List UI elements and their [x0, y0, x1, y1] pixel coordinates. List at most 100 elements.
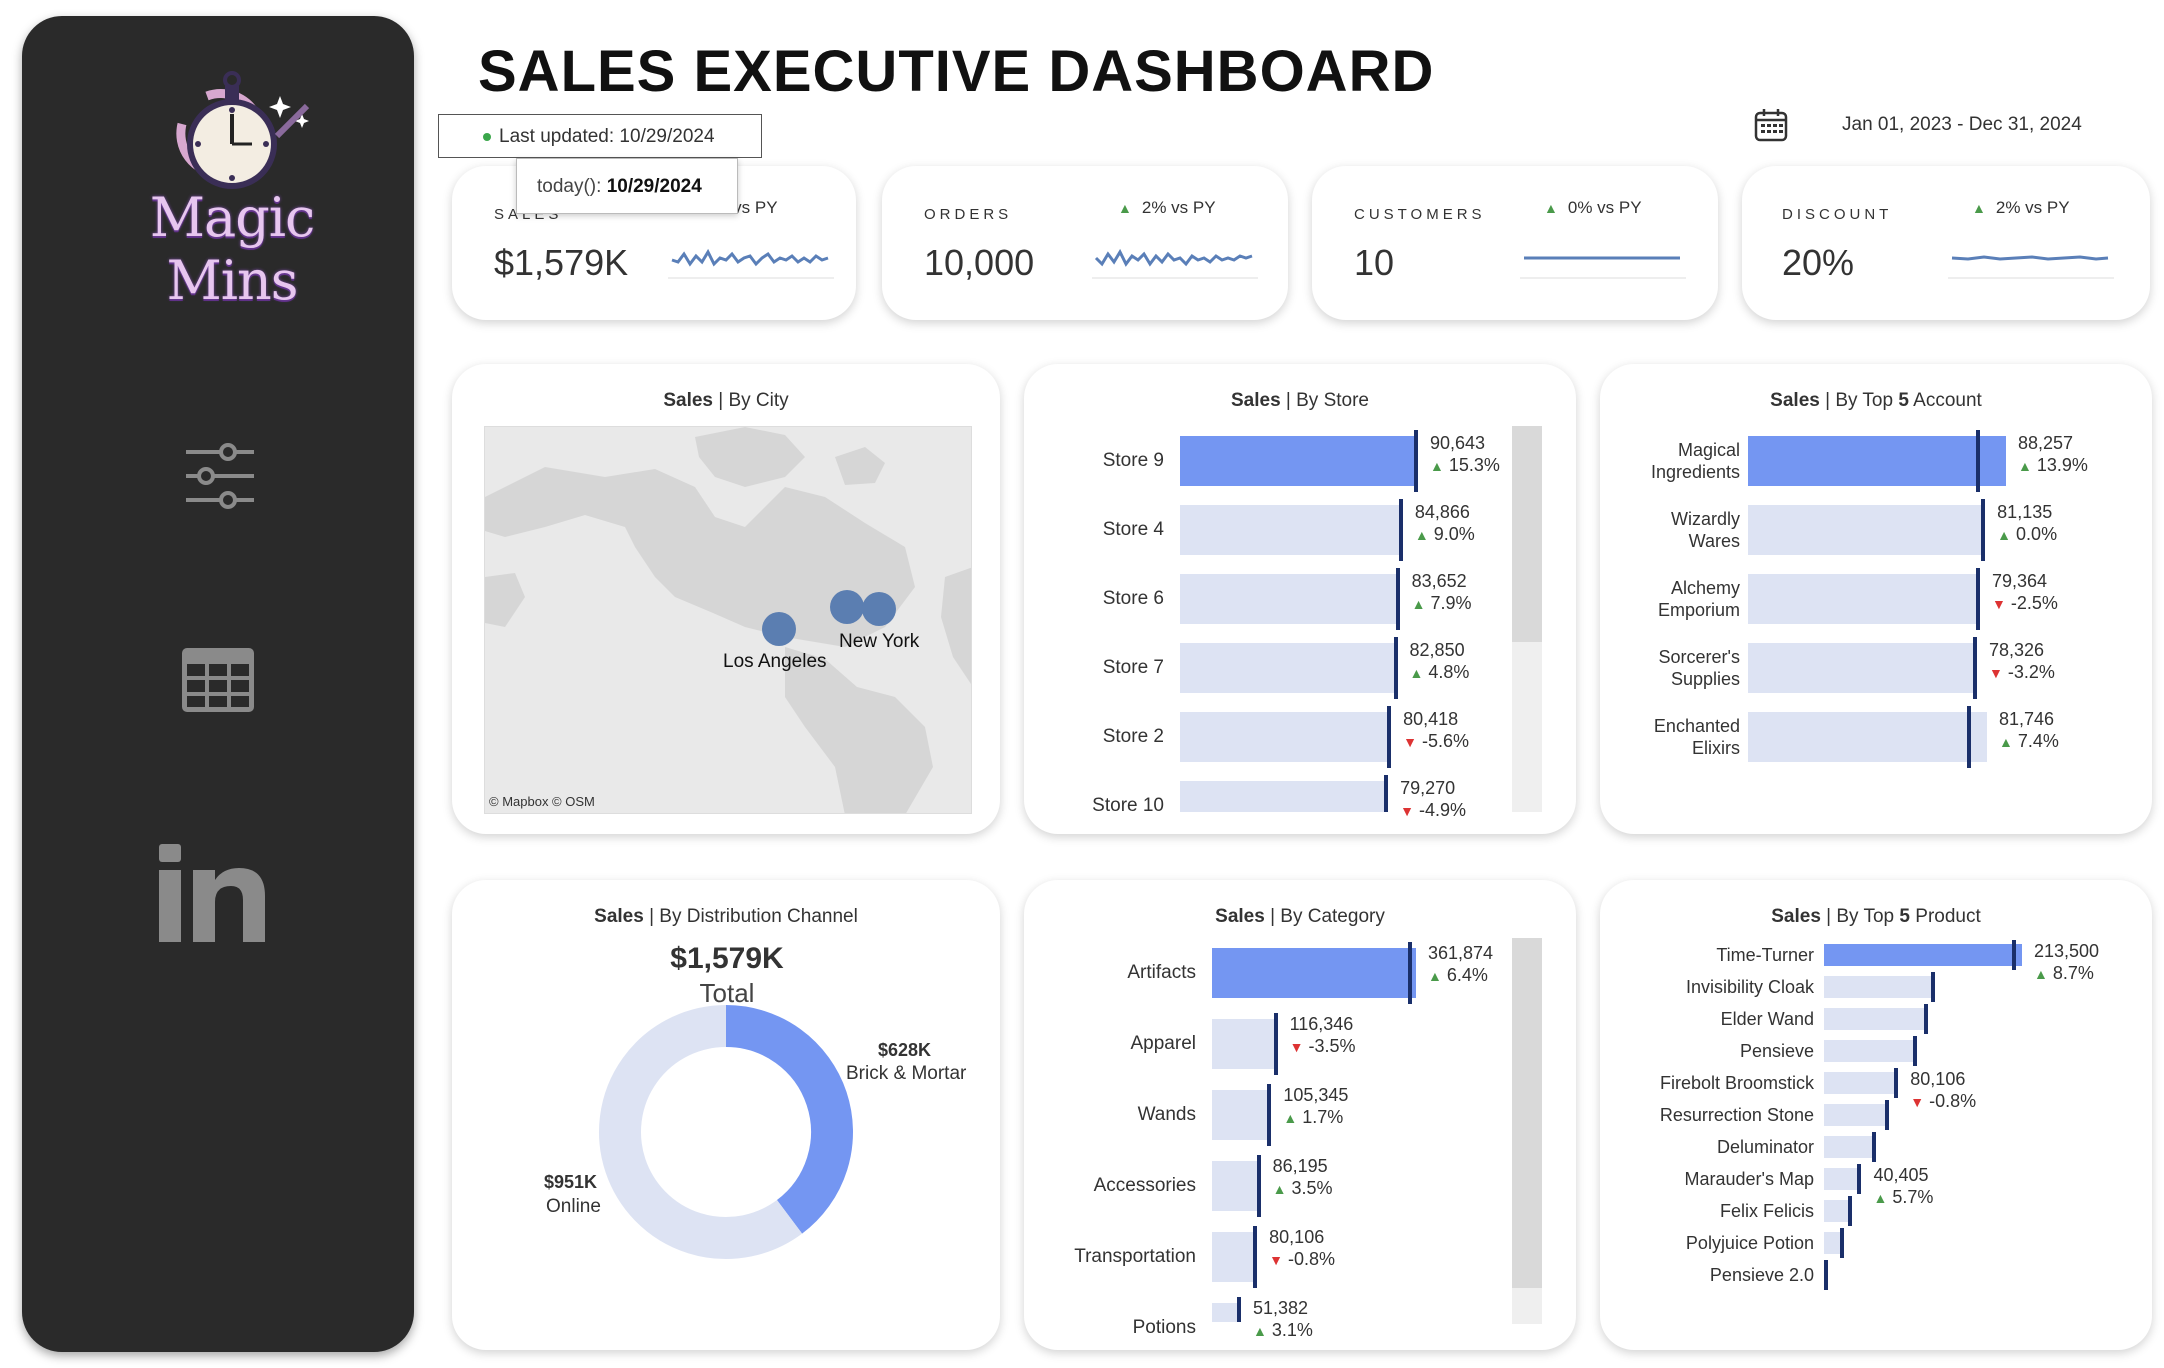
city-label-new-york: New York: [839, 631, 920, 652]
bar-value: 88,257: [2018, 433, 2074, 453]
bar[interactable]: [1748, 712, 1987, 762]
brick-label: Brick & Mortar: [846, 1063, 967, 1084]
bar[interactable]: [1824, 1072, 1899, 1094]
up-arrow-icon: ▲: [1118, 200, 1132, 216]
city-map[interactable]: Los Angeles New York © Mapbox © OSM: [484, 426, 972, 814]
sales-by-category-panel: Sales | By Category Artifacts 361,874 ▲ 6.…: [1024, 880, 1576, 1350]
bar-value: 361,874: [1428, 943, 1494, 963]
bar-delta: 6.4%: [1446, 965, 1488, 985]
bar-delta: -0.8%: [1288, 1249, 1336, 1269]
bar-value-label: 116,346 ▼ -3.5%: [1290, 1013, 1356, 1058]
prior-year-marker: [1393, 637, 1398, 699]
filter-sliders-icon[interactable]: [162, 426, 272, 536]
donut-slice-online[interactable]: [599, 1005, 803, 1259]
bar-value: 90,643: [1430, 433, 1486, 453]
bar[interactable]: [1824, 1008, 1928, 1030]
sales-by-account-panel: Sales | By Top 5 Account Magical Ingredie…: [1600, 364, 2152, 834]
bar-category-label: Wizardly Wares: [1670, 509, 1740, 551]
bar-category-label: Store 10: [1092, 795, 1164, 816]
bar[interactable]: [1824, 976, 1936, 998]
kpi-card-orders[interactable]: ORDERS ▲ 2% vs PY 10,000: [882, 166, 1288, 320]
bar-value: 213,500: [2034, 941, 2100, 961]
bar[interactable]: [1824, 1104, 1889, 1126]
bar-category-label: Felix Felicis: [1719, 1201, 1814, 1221]
prior-year-marker: [1840, 1228, 1845, 1258]
bar[interactable]: [1180, 643, 1398, 693]
bar[interactable]: [1180, 436, 1418, 486]
scrollbar-thumb[interactable]: [1512, 938, 1542, 1288]
bar-value-label: 83,652 ▲ 7.9%: [1412, 570, 1472, 615]
orders-sparkline: [1092, 248, 1258, 279]
prior-year-marker: [1972, 637, 1977, 699]
bar[interactable]: [1212, 948, 1416, 998]
bar[interactable]: [1212, 1161, 1261, 1211]
linkedin-icon[interactable]: [147, 836, 277, 966]
bar[interactable]: [1180, 574, 1400, 624]
bar-category-label: Store 9: [1102, 450, 1164, 471]
prior-year-marker: [1387, 706, 1392, 768]
prior-year-marker: [1857, 1164, 1862, 1194]
bar[interactable]: [1212, 1019, 1278, 1069]
bar-delta: 1.7%: [1302, 1107, 1344, 1127]
bar-value: 79,364: [1992, 571, 2048, 591]
bar-value-label: 213,500 ▲ 8.7%: [2034, 940, 2099, 985]
down-arrow-icon: ▼: [1403, 734, 1417, 750]
online-label: Online: [546, 1196, 601, 1217]
bar[interactable]: [1180, 781, 1389, 812]
kpi-value: 20%: [1782, 242, 1855, 283]
last-updated-box[interactable]: Last updated: 10/29/2024: [438, 114, 762, 158]
down-arrow-icon: ▼: [1992, 596, 2006, 612]
donut-slice-brick-mortar[interactable]: [725, 1005, 853, 1234]
bar-category-label: Sorcerer's Supplies: [1658, 647, 1740, 689]
bar[interactable]: [1212, 1090, 1272, 1140]
bar[interactable]: [1180, 505, 1403, 555]
bar[interactable]: [1212, 1232, 1258, 1282]
prior-year-marker: [1884, 1100, 1889, 1130]
kpi-value: 10: [1354, 242, 1395, 283]
prior-year-marker: [1847, 1196, 1852, 1226]
date-range[interactable]: Jan 01, 2023 - Dec 31, 2024: [1842, 114, 2082, 136]
bar-delta: 3.1%: [1271, 1320, 1313, 1340]
calendar-icon[interactable]: [1754, 108, 1788, 142]
prior-year-marker: [1894, 1068, 1899, 1098]
bar-category-label: Store 2: [1102, 726, 1164, 747]
bar-value-label: 79,364 ▼ -2.5%: [1992, 570, 2058, 615]
bar-delta: -3.5%: [1308, 1036, 1356, 1056]
bar-value: 81,135: [1997, 502, 2053, 522]
bar-category-label: Firebolt Broomstick: [1659, 1073, 1814, 1093]
bar-value-label: 88,257 ▲ 13.9%: [2018, 432, 2088, 477]
bar[interactable]: [1180, 712, 1392, 762]
bar[interactable]: [1824, 944, 2022, 966]
bar[interactable]: [1748, 643, 1977, 693]
bar[interactable]: [1748, 436, 2006, 486]
customers-sparkline: [1520, 256, 1686, 279]
category-scrollbar[interactable]: [1512, 938, 1542, 1324]
up-arrow-icon: ▲: [1998, 734, 2013, 750]
up-arrow-icon: ▲: [1409, 665, 1424, 681]
bar-value-label: 361,874 ▲ 6.4%: [1428, 942, 1493, 987]
prior-year-marker: [1976, 430, 1980, 492]
bar-category-label: Polyjuice Potion: [1685, 1233, 1814, 1253]
down-arrow-icon: ▼: [1269, 1252, 1284, 1268]
bar-delta: 3.5%: [1291, 1178, 1333, 1198]
bar-category-label: Pensieve: [1739, 1041, 1814, 1061]
sidebar: Magic Mins: [22, 16, 414, 1352]
bar-value: 40,405: [1873, 1165, 1929, 1185]
up-arrow-icon: ▲: [1414, 527, 1429, 543]
bar[interactable]: [1748, 505, 1986, 555]
bar[interactable]: [1748, 574, 1980, 624]
down-arrow-icon: ▼: [1289, 1039, 1304, 1055]
bar[interactable]: [1824, 1168, 1862, 1190]
bar-category-label: Resurrection Stone: [1659, 1105, 1814, 1125]
status-dot-icon: [483, 133, 491, 141]
bar[interactable]: [1824, 1040, 1917, 1062]
prior-year-marker: [1923, 1004, 1928, 1034]
bar-delta: -2.5%: [2010, 593, 2058, 613]
bar-delta: -0.8%: [1929, 1091, 1977, 1111]
table-icon[interactable]: [162, 626, 272, 736]
bar-category-label: Transportation: [1074, 1246, 1196, 1267]
bar[interactable]: [1824, 1136, 1876, 1158]
kpi-card-discount[interactable]: DISCOUNT ▲ 2% vs PY 20%: [1742, 166, 2150, 320]
bar-category-label: Wands: [1137, 1104, 1196, 1125]
kpi-card-customers[interactable]: CUSTOMERS ▲ 0% vs PY 10: [1312, 166, 1718, 320]
